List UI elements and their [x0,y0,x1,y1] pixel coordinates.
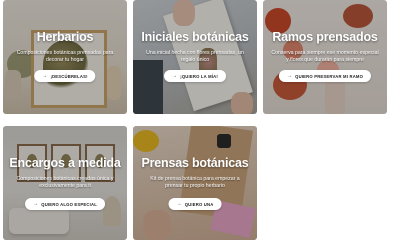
discover-button[interactable]: → ¡DESCÚBRELAS! [34,70,96,82]
card-title: Encargos a medida [9,156,121,170]
card-description: Composiciones botánicas creadas única y … [16,176,114,189]
arrow-right-icon: → [286,72,293,79]
card-encargos-a-medida[interactable]: Encargos a medida Composiciones botánica… [3,126,127,240]
card-description: Una inicial hecha con flores prensadas, … [146,50,244,63]
card-description: Kit de prensa botánica para empezar a pr… [150,176,240,189]
card-prensas-botanicas[interactable]: Prensas botánicas Kit de prensa botánica… [133,126,257,240]
card-title: Prensas botánicas [141,156,249,170]
card-title: Iniciales botánicas [141,30,249,44]
card-ramos-prensados[interactable]: Ramos prensados Conserva para siempre es… [263,0,387,114]
preserve-bouquet-button[interactable]: → QUIERO PRESERVAR MI RAMO [278,70,372,82]
button-label: QUIERO ALGO ESPECIAL [41,201,97,207]
card-iniciales-botanicas[interactable]: Iniciales botánicas Una inicial hecha co… [133,0,257,114]
special-order-button[interactable]: → QUIERO ALGO ESPECIAL [25,198,105,210]
arrow-right-icon: → [42,72,48,79]
arrow-right-icon: → [33,200,39,207]
want-mine-button[interactable]: → ¡QUIERO LA MÍA! [164,70,226,82]
button-label: ¡DESCÚBRELAS! [50,73,88,79]
card-title: Ramos prensados [272,30,378,44]
button-label: ¡QUIERO LA MÍA! [180,73,218,79]
card-description: Conserva para siempre ese momento especi… [271,50,379,63]
card-title: Herbarios [36,30,94,44]
card-herbarios[interactable]: Herbarios Composiciones botánicas prensa… [3,0,127,114]
want-one-button[interactable]: → QUIERO UNA [168,198,222,210]
arrow-right-icon: → [176,200,182,207]
card-description: Composiciones botánicas prensadas para d… [16,50,114,63]
button-label: QUIERO PRESERVAR MI RAMO [295,73,364,79]
arrow-right-icon: → [172,72,178,79]
button-label: QUIERO UNA [184,201,214,207]
